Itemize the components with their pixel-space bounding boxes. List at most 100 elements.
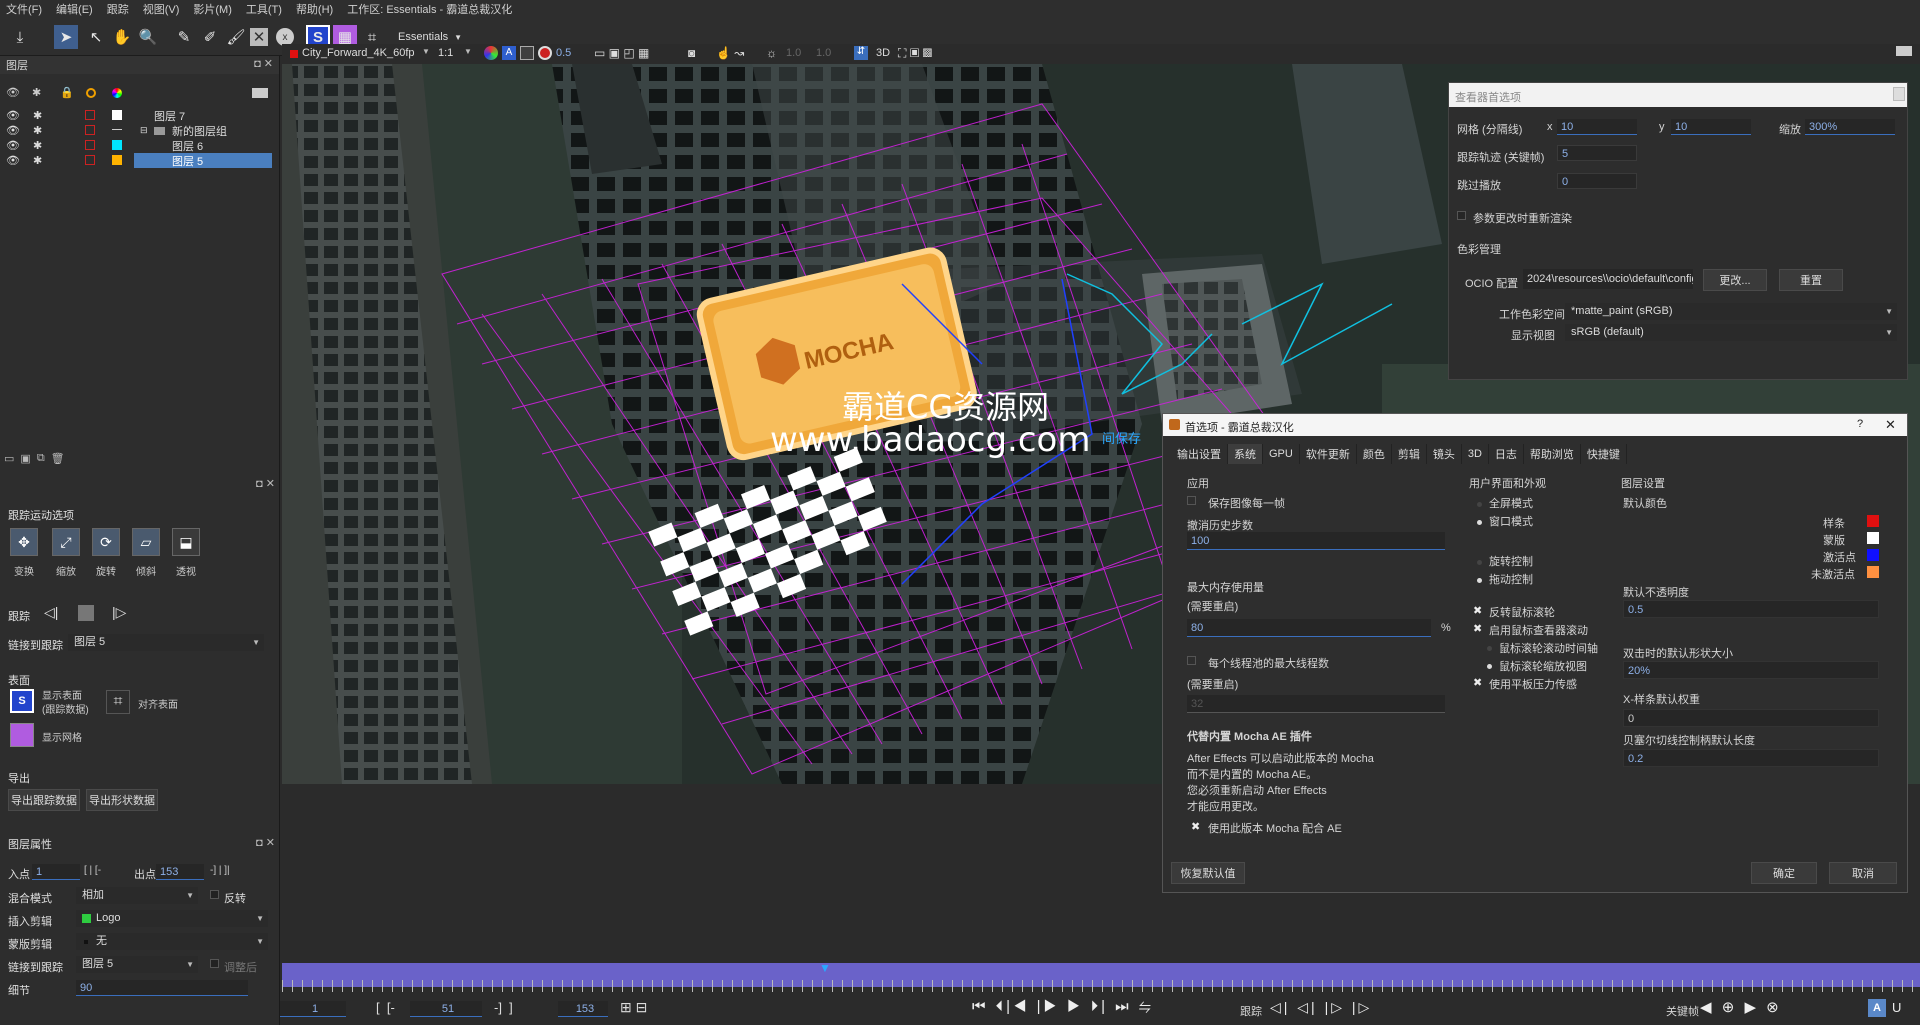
gamma-value[interactable]: 1.0 [816, 47, 831, 59]
grid-x-field[interactable]: 10 [1557, 119, 1637, 135]
chevron-down-icon[interactable]: ▼ [422, 47, 430, 56]
layer-color-box[interactable] [85, 155, 95, 165]
drag-control-radio[interactable] [1477, 578, 1482, 583]
add-folder-icon[interactable]: ▭ [4, 452, 14, 466]
bezier-field[interactable]: 0.2 [1623, 749, 1879, 767]
pen-x-icon[interactable]: ✎ [172, 25, 196, 49]
view-buttons[interactable]: ▭ ▣ ◰ ▦ [594, 46, 649, 60]
show-surface-icon[interactable]: S [10, 689, 34, 713]
add-layer-icon[interactable]: ▣ [20, 452, 30, 466]
tab-gpu[interactable]: GPU [1263, 444, 1300, 464]
tab-shortcuts[interactable]: 快捷键 [1580, 444, 1627, 464]
lock-icon[interactable]: 🔒 [60, 86, 74, 99]
layer-row[interactable]: 👁 ✱ 图层 5 [0, 153, 272, 168]
tab-lens[interactable]: 镜头 [1426, 444, 1462, 464]
layer-row[interactable]: 👁 ✱ ⊟ 新的图层组 [0, 123, 272, 138]
gear-icon[interactable]: ✱ [32, 86, 41, 99]
enable-wheel-checkbox[interactable]: ✖ [1473, 622, 1482, 635]
overlay-icon[interactable] [520, 46, 534, 60]
xspline-field[interactable]: 0 [1623, 709, 1879, 727]
tab-3d[interactable]: 3D [1461, 444, 1489, 464]
bubble-icon[interactable]: ◙ [688, 46, 695, 60]
scale-field[interactable]: 300% [1805, 119, 1895, 135]
3d-toggle[interactable]: 3D [876, 47, 890, 59]
wheel-time-radio[interactable] [1487, 646, 1492, 651]
tab-log[interactable]: 日志 [1488, 444, 1524, 464]
layer-swatch[interactable] [112, 140, 122, 150]
tab-color[interactable]: 颜色 [1356, 444, 1392, 464]
help-button[interactable]: ? [1857, 418, 1863, 430]
layer-name[interactable]: 图层 7 [154, 108, 185, 124]
close-icon[interactable] [1893, 87, 1905, 101]
layer-name[interactable]: 图层 5 [172, 153, 203, 169]
menu-movie[interactable]: 影片(M) [193, 1, 232, 17]
reset-button[interactable]: 重置 [1779, 269, 1843, 291]
align-surface-icon[interactable]: ⌗ [106, 690, 130, 714]
in-point-field[interactable]: 1 [32, 864, 80, 880]
cancel-button[interactable]: 取消 [1829, 862, 1897, 884]
layer-color-box[interactable] [85, 110, 95, 120]
window-radio[interactable] [1477, 520, 1482, 525]
save-frame-checkbox[interactable] [1187, 496, 1196, 505]
in-point-buttons[interactable]: [ | [- [84, 865, 101, 876]
brush-icon[interactable]: 🖌 [224, 25, 248, 49]
brightness-icon[interactable]: ☼ [766, 46, 777, 60]
rerender-checkbox[interactable] [1457, 211, 1466, 220]
track-backward-icon[interactable]: ◁| [44, 604, 58, 621]
tab-help[interactable]: 帮助浏览 [1523, 444, 1581, 464]
hand-tools-icon[interactable]: ☝ ↝ [716, 46, 744, 60]
exposure-value[interactable]: 1.0 [786, 47, 801, 59]
tablet-checkbox[interactable]: ✖ [1473, 676, 1482, 689]
scale-button[interactable]: ⤢ [52, 528, 80, 556]
inactive-point-swatch[interactable] [1867, 566, 1879, 578]
ocio-path-field[interactable]: 2024\resources\\ocio\default\config.ocio [1523, 269, 1693, 289]
auto-key-icon[interactable]: A [1868, 999, 1886, 1017]
fullscreen-radio[interactable] [1477, 502, 1482, 507]
detail-field[interactable]: 90 [76, 980, 248, 996]
color-wheel-icon[interactable] [86, 88, 96, 98]
collapse-icon[interactable]: ⊟ [140, 125, 148, 136]
wheel-zoom-radio[interactable] [1487, 664, 1492, 669]
panel-close-icon[interactable]: ◘ ✕ [256, 477, 275, 490]
shape-size-field[interactable]: 20% [1623, 661, 1879, 679]
menu-help[interactable]: 帮助(H) [296, 1, 333, 17]
layer-swatch[interactable] [112, 155, 122, 165]
panel-menu-icon[interactable] [252, 88, 268, 98]
set-out-icon[interactable]: -] ] [494, 1000, 513, 1015]
link-track-select[interactable]: 图层 5 [68, 634, 264, 651]
keyframe-controls[interactable]: ◀ ⊕ ▶ ⊗ [1700, 998, 1782, 1016]
skip-field[interactable]: 0 [1557, 173, 1637, 189]
alpha-icon[interactable]: A [502, 46, 516, 60]
select-tool-icon[interactable]: ➤ [54, 25, 78, 49]
panel-close-icon[interactable]: ◘ ✕ [254, 57, 273, 70]
out-point-field[interactable]: 153 [156, 864, 204, 880]
duplicate-icon[interactable]: ⧉ [37, 452, 45, 466]
link-track-props-select[interactable]: 图层 5 [76, 956, 198, 973]
playback-controls[interactable]: ⏮ ⏴|◀ |▶ ▶ ⏵| ⏭ ⇋ [972, 998, 1154, 1015]
eye-icon[interactable]: 👁 [6, 154, 20, 167]
gear-icon[interactable]: ✱ [33, 109, 42, 122]
current-frame-field[interactable]: 51 [410, 1001, 482, 1017]
close-icon[interactable]: ✕ [1885, 417, 1896, 433]
opacity-value[interactable]: 0.5 [556, 47, 571, 59]
layer-group-name[interactable]: 新的图层组 [172, 123, 227, 139]
eye-icon[interactable]: 👁 [6, 139, 20, 152]
playhead-icon[interactable]: ▼ [819, 961, 831, 975]
change-button[interactable]: 更改... [1703, 269, 1767, 291]
tab-system[interactable]: 系统 [1228, 444, 1263, 464]
gear-icon[interactable]: ✱ [33, 154, 42, 167]
spline-color-swatch[interactable] [1867, 515, 1879, 527]
menu-tools[interactable]: 工具(T) [246, 1, 282, 17]
panel-close-icon[interactable]: ◘ ✕ [256, 836, 275, 849]
threads-field[interactable]: 32 [1187, 695, 1445, 713]
transform-button[interactable]: ✥ [10, 528, 38, 556]
trash-icon[interactable]: 🗑 [51, 452, 65, 466]
pen-bezier-icon[interactable]: ✐ [198, 25, 222, 49]
rgb-channels-icon[interactable] [484, 46, 498, 60]
palette-icon[interactable] [112, 88, 122, 98]
hand-tool-icon[interactable]: ✋ [110, 25, 134, 49]
threads-checkbox[interactable] [1187, 656, 1196, 665]
tab-update[interactable]: 软件更新 [1299, 444, 1357, 464]
invert-checkbox[interactable] [210, 890, 219, 899]
grid-y-field[interactable]: 10 [1671, 119, 1751, 135]
